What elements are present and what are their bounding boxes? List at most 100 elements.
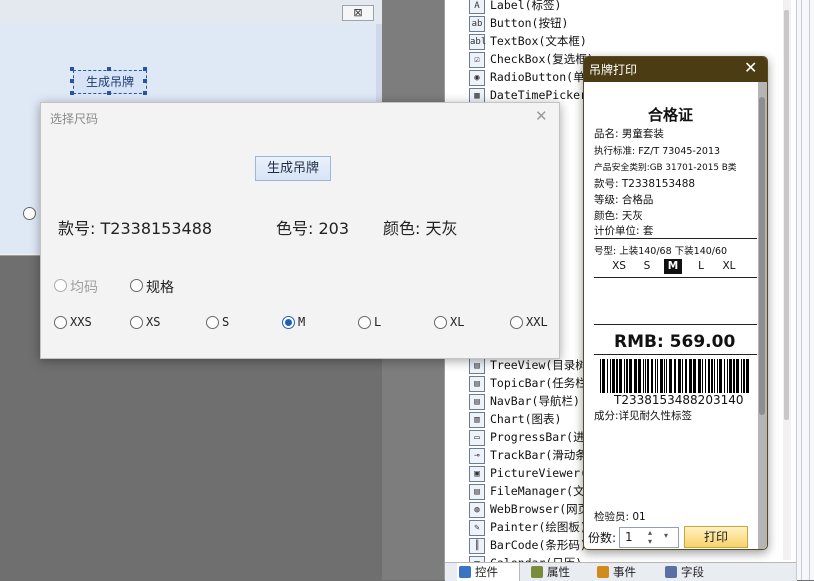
tab-properties[interactable]: 属性 [529,563,570,581]
tab-events[interactable]: 事件 [595,563,636,581]
one-size-label: 均码 [70,280,98,296]
copies-label: 份数: [588,531,617,545]
barcode-bar [724,359,725,393]
tab-fields[interactable]: 字段 [663,563,704,581]
toolbox-item[interactable]: abl TextBox(文本框) [469,32,799,50]
barcode-bar [736,359,739,393]
spec-line: 号型: 上装140/68 下装140/60 [594,246,728,257]
barcode-bar [719,359,722,393]
size-radio-xxl[interactable] [510,316,523,329]
tag-size-cell: S [643,260,651,272]
size-label: M [298,315,306,329]
control-type-icon: A [469,0,485,14]
tag-size-cell: XL [722,260,736,272]
selection-handle[interactable] [107,91,111,95]
size-radio-xxs[interactable] [54,316,67,329]
toolbox-item-label: FileManager(文件 [490,484,597,498]
size-label: XXS [70,315,92,329]
tag-grade: 等级: 合格品 [594,194,654,206]
copies-stepper[interactable]: 1 ▴ ▾ ▾ [619,527,679,548]
size-radio-xl[interactable] [434,316,447,329]
designer-close-button[interactable]: ⊠ [342,5,374,21]
stepper-arrows-icon[interactable]: ▴ ▾ [648,528,652,546]
tag-window-title: 吊牌打印 [589,63,638,77]
tag-color: 颜色: 天灰 [594,210,643,222]
barcode-bar [660,359,663,393]
selection-handle[interactable] [70,79,74,83]
size-label: XL [450,315,465,329]
toolbox-item-label: TrackBar(滑动条) [490,448,594,462]
control-type-icon: ▤ [469,484,485,500]
close-icon[interactable]: ✕ [744,59,757,77]
barcode-bar [689,359,692,393]
toolbox-item[interactable]: A Label(标签) [469,0,799,14]
barcode-bar [733,359,735,393]
selection-handle[interactable] [70,91,74,95]
size-radio-xs[interactable] [130,316,143,329]
selection-handle[interactable] [70,67,74,71]
barcode-bar [624,359,625,393]
toolbox-item-label: BarCode(条形码) [490,538,587,552]
tag-window-titlebar: 吊牌打印 ✕ [584,57,767,82]
barcode-bar [651,359,653,393]
toolbox-item[interactable]: ab Button(按钮) [469,14,799,32]
spec-size-label: 规格 [146,280,174,296]
barcode-bar [674,359,676,393]
size-radio-s[interactable] [206,316,219,329]
generate-tag-button[interactable]: 生成吊牌 [255,156,331,181]
events-tab-icon [597,566,609,578]
barcode-bar [685,359,687,393]
toolbox-item-label: Button(按钮) [490,16,569,30]
tag-print-window: 吊牌打印 ✕ 合格证 品名: 男童套装 执行标准: FZ/T 73045-201… [583,56,768,550]
barcode-bar [669,359,672,393]
one-size-radio[interactable] [54,279,67,292]
selection-handle[interactable] [143,79,147,83]
barcode-bar [741,359,742,393]
designer-radio[interactable] [23,207,36,220]
spec-size-radio[interactable] [130,279,143,292]
size-radio-l[interactable] [358,316,371,329]
barcode-bar [711,359,713,393]
toolbox-scrollbar-thumb[interactable] [784,10,789,420]
divider [594,277,757,278]
barcode-bar [647,359,649,393]
print-button[interactable]: 打印 [684,526,748,548]
control-type-icon: ▤ [469,394,485,410]
control-type-icon: ☑ [469,52,485,68]
control-type-icon: ◉ [469,70,485,86]
size-label: XS [146,315,161,329]
size-label: L [374,315,382,329]
tab-controls[interactable]: 控件 [457,563,520,581]
dropdown-arrow-icon[interactable]: ▾ [664,531,668,540]
selection-handle[interactable] [143,91,147,95]
tag-scrollbar-thumb[interactable] [759,97,765,415]
barcode-bar [698,359,701,393]
toolbox-item-label: TextBox(文本框) [490,34,587,48]
copies-value: 1 [625,530,633,544]
barcode-bar [602,359,605,393]
designer-titlebar: ⊠ [0,0,382,24]
control-type-icon: ▤ [469,376,485,392]
toolbox-item-label: NavBar(导航栏) [490,394,580,408]
size-label: XXL [526,315,548,329]
certificate-heading: 合格证 [648,106,694,124]
control-type-icon: ▣ [469,466,485,482]
designer-grid-edge [796,0,814,580]
tag-price: RMB: 569.00 [614,332,736,352]
control-type-icon: abl [469,34,486,50]
toolbox-item-label: Painter(绘图板) [490,520,587,534]
selection-handle[interactable] [143,67,147,71]
grid-line [809,0,810,580]
barcode-bar [702,359,703,393]
control-type-icon: ▤ [469,358,485,374]
barcode-bar [714,359,715,393]
size-radio-m[interactable] [282,316,295,329]
barcode-bar [600,359,601,393]
barcode-bar [619,359,622,393]
tag-size-cell: M [664,259,682,274]
selection-handle[interactable] [107,67,111,71]
close-icon[interactable]: ✕ [535,108,548,124]
control-type-icon: ✎ [469,520,485,536]
barcode-bar [705,359,706,393]
barcode-bar [666,359,667,393]
